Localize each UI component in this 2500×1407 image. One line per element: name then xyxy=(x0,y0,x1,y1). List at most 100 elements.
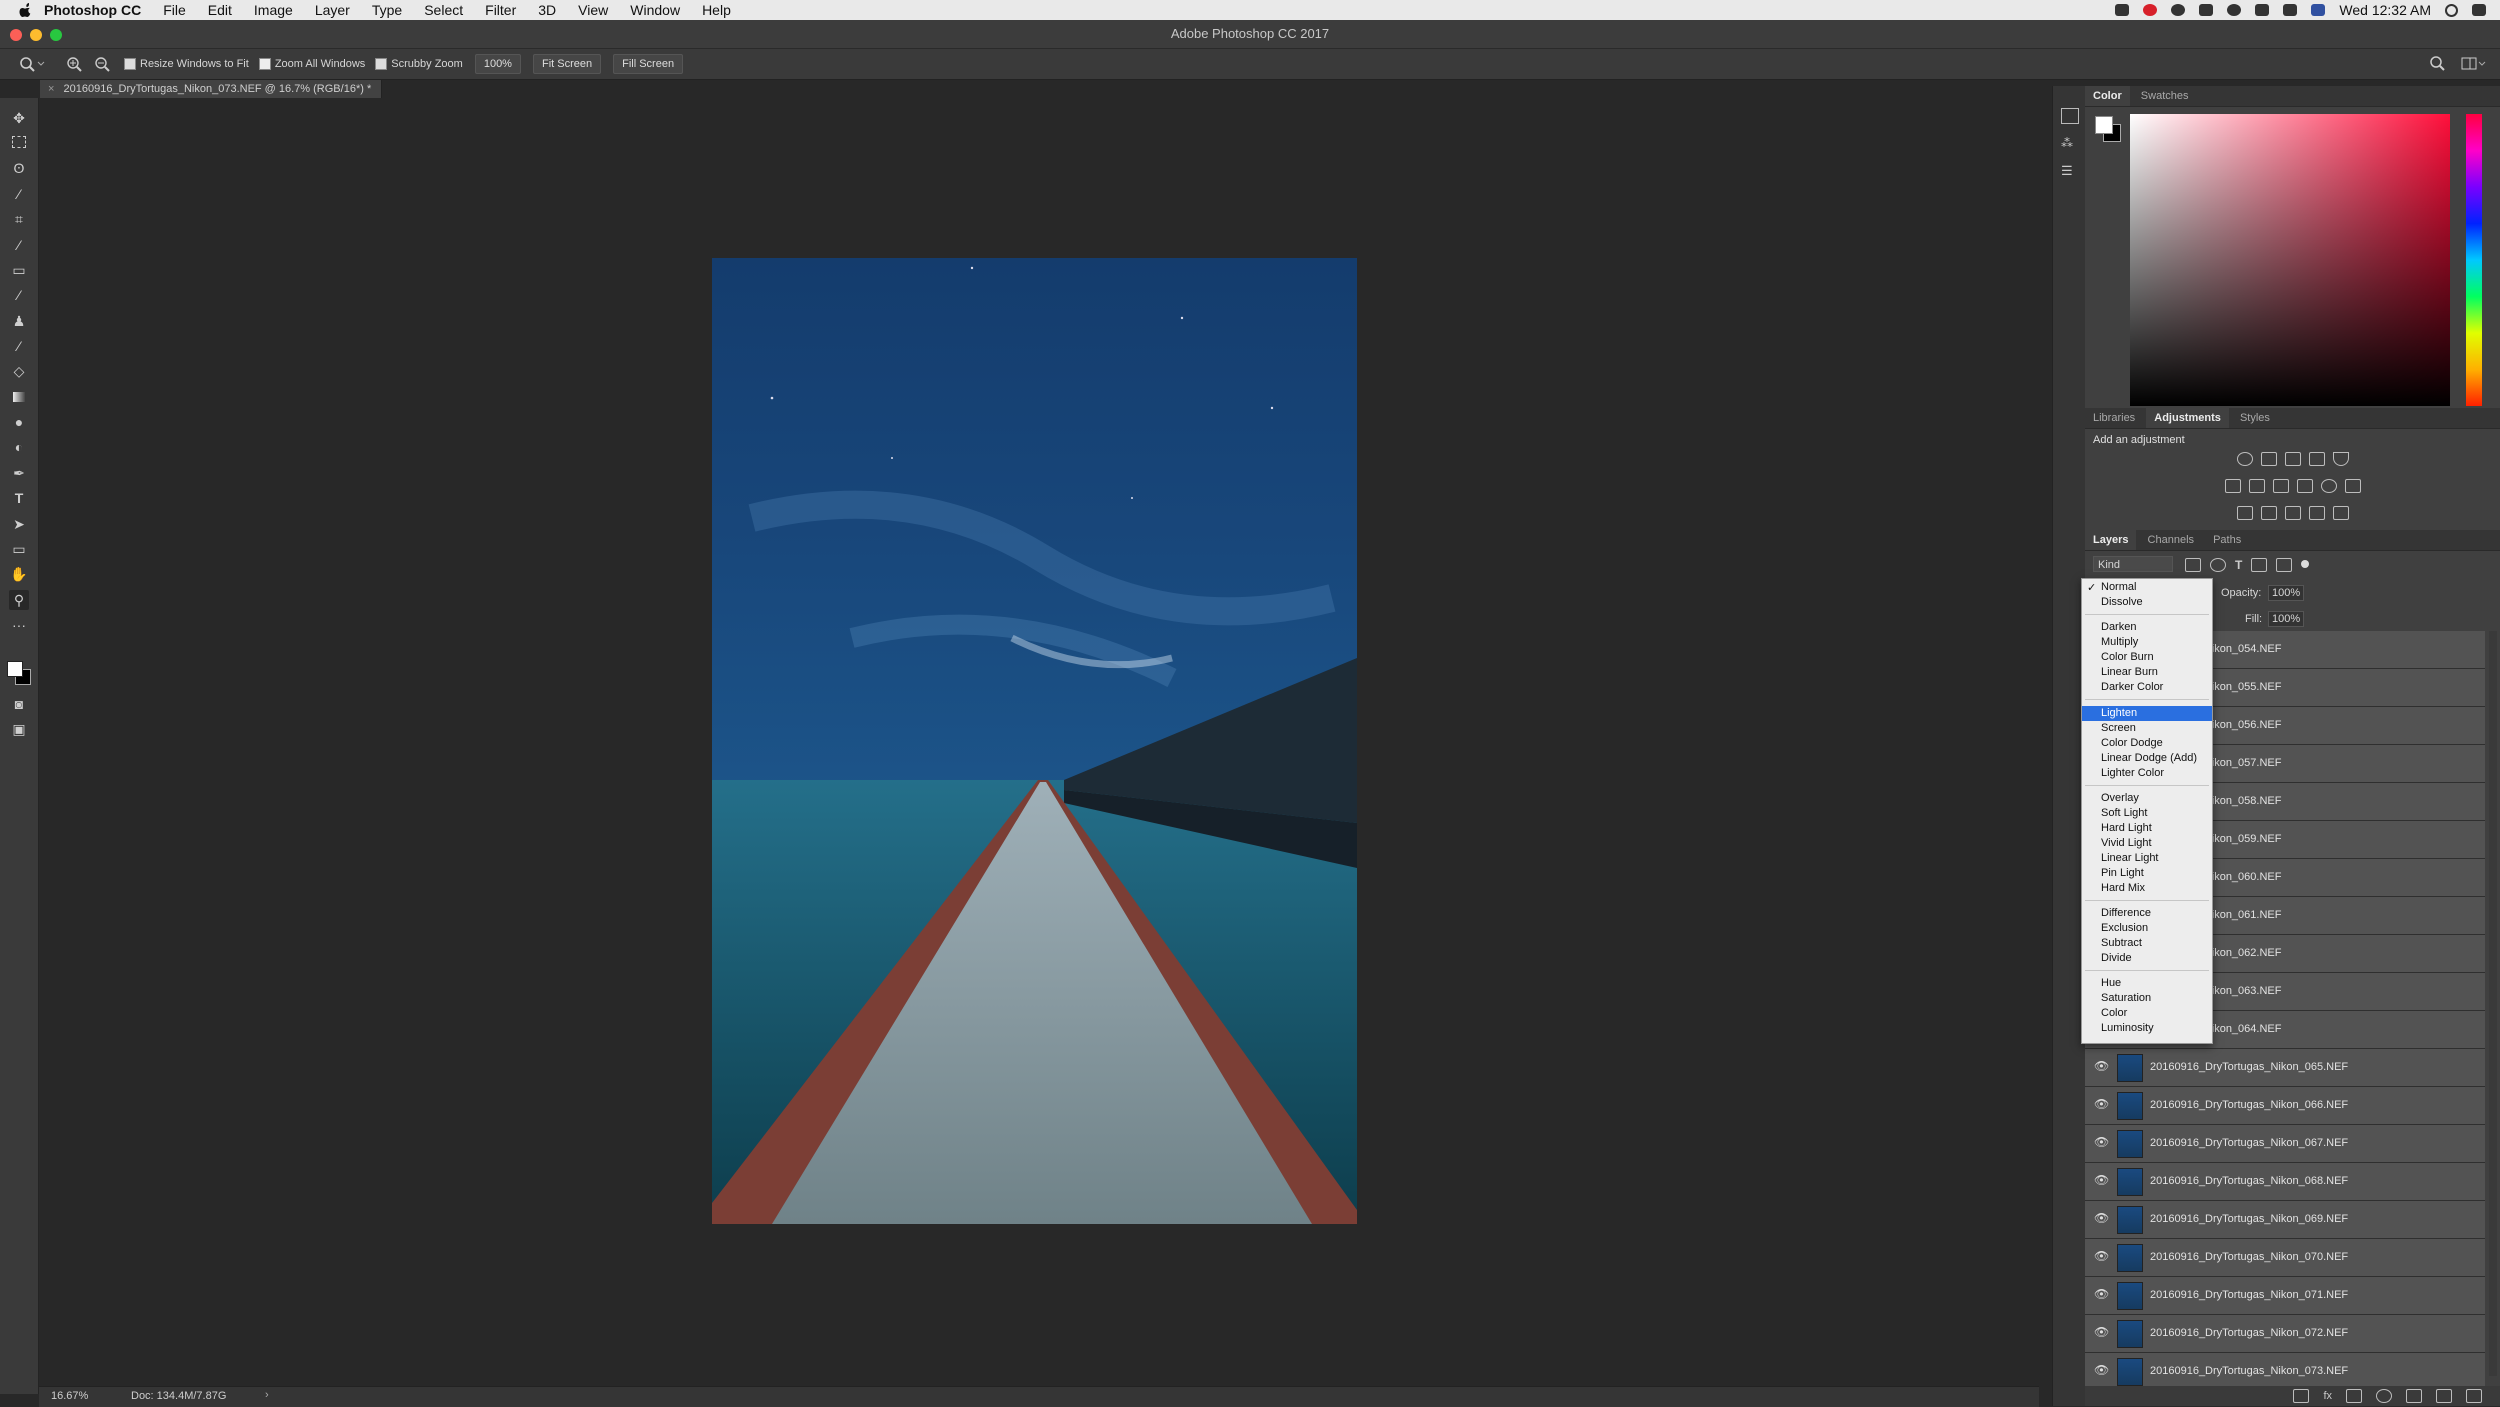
lasso-icon[interactable]: ʘ xyxy=(9,158,29,178)
layers-scrollbar[interactable] xyxy=(2489,631,2497,1376)
eraser-icon[interactable]: ◇ xyxy=(9,361,29,381)
foreground-color-swatch[interactable] xyxy=(7,661,23,677)
zoom-icon[interactable] xyxy=(16,54,46,74)
tab-adjustments[interactable]: Adjustments xyxy=(2146,408,2229,428)
eye-icon[interactable]: 👁 xyxy=(2094,1174,2109,1186)
properties-icon[interactable]: ☰ xyxy=(2061,164,2077,178)
blend-linear-dodge[interactable]: Linear Dodge (Add) xyxy=(2082,751,2212,766)
creative-cloud-icon[interactable] xyxy=(2143,4,2158,16)
filter-toggle-icon[interactable] xyxy=(2301,560,2310,568)
flag-icon[interactable] xyxy=(2311,4,2326,16)
document-tab[interactable]: × 20160916_DryTortugas_Nikon_073.NEF @ 1… xyxy=(40,80,383,98)
blend-darker-color[interactable]: Darker Color xyxy=(2082,680,2212,695)
panel-foreground-swatch[interactable] xyxy=(2095,116,2113,134)
menu-image[interactable]: Image xyxy=(254,2,293,18)
zoom-in-icon[interactable] xyxy=(64,54,86,74)
apple-icon[interactable] xyxy=(16,0,36,20)
blend-hard-mix[interactable]: Hard Mix xyxy=(2082,881,2212,896)
threshold-icon[interactable] xyxy=(2284,506,2301,520)
spotlight-icon[interactable] xyxy=(2445,3,2458,17)
marquee-icon[interactable] xyxy=(9,133,29,153)
resize-windows-checkbox[interactable] xyxy=(124,58,136,70)
tab-swatches[interactable]: Swatches xyxy=(2133,86,2197,106)
layer-row[interactable]: 👁 20160916_DryTortugas_Nikon_065.NEF xyxy=(2085,1049,2485,1087)
gradient-icon[interactable] xyxy=(9,387,29,407)
dodge-icon[interactable]: ◐ xyxy=(9,437,29,457)
layer-row[interactable]: 👁 20160916_DryTortugas_Nikon_070.NEF xyxy=(2085,1239,2485,1277)
shape-filter-icon[interactable] xyxy=(2251,558,2268,572)
layer-row[interactable]: 👁 20160916_DryTortugas_Nikon_068.NEF xyxy=(2085,1163,2485,1201)
zoom-out-icon[interactable] xyxy=(92,54,114,74)
vibrance-icon[interactable] xyxy=(2332,452,2349,466)
channel-mixer-icon[interactable] xyxy=(2320,479,2337,493)
link-layers-icon[interactable] xyxy=(2293,1389,2310,1403)
menu-3d[interactable]: 3D xyxy=(538,2,556,18)
blend-linear-light[interactable]: Linear Light xyxy=(2082,851,2212,866)
eye-icon[interactable]: 👁 xyxy=(2094,1288,2109,1300)
blend-color-burn[interactable]: Color Burn xyxy=(2082,650,2212,665)
blend-pin-light[interactable]: Pin Light xyxy=(2082,866,2212,881)
more-tools-icon[interactable]: ··· xyxy=(9,615,29,635)
new-adjustment-icon[interactable] xyxy=(2376,1389,2392,1403)
status-menu-arrow-icon[interactable]: › xyxy=(265,1389,269,1401)
delete-layer-icon[interactable] xyxy=(2466,1389,2482,1403)
menu-select[interactable]: Select xyxy=(424,2,463,18)
menu-file[interactable]: File xyxy=(163,2,186,18)
tab-libraries[interactable]: Libraries xyxy=(2085,408,2143,428)
healing-brush-icon[interactable]: ▭ xyxy=(9,260,29,280)
tab-paths[interactable]: Paths xyxy=(2205,530,2249,550)
workspace-icon[interactable] xyxy=(2460,54,2486,74)
blend-luminosity[interactable]: Luminosity xyxy=(2082,1021,2212,1036)
blend-linear-burn[interactable]: Linear Burn xyxy=(2082,665,2212,680)
blend-normal[interactable]: Normal xyxy=(2082,580,2212,595)
blend-hue[interactable]: Hue xyxy=(2082,976,2212,991)
fit-screen-button[interactable]: Fit Screen xyxy=(532,54,602,74)
menu-window[interactable]: Window xyxy=(630,2,680,18)
blur-icon[interactable]: ● xyxy=(9,412,29,432)
time-machine-icon[interactable] xyxy=(2227,4,2242,16)
pen-icon[interactable]: ✒ xyxy=(9,463,29,483)
invert-icon[interactable] xyxy=(2236,506,2253,520)
menu-help[interactable]: Help xyxy=(702,2,731,18)
crop-icon[interactable]: ⌗ xyxy=(9,209,29,229)
exposure-icon[interactable] xyxy=(2308,452,2325,466)
curves-icon[interactable] xyxy=(2284,452,2301,466)
zoom-100-button[interactable]: 100% xyxy=(474,54,521,74)
eye-icon[interactable]: 👁 xyxy=(2094,1060,2109,1072)
app-menu[interactable]: Photoshop CC xyxy=(44,2,141,18)
move-icon[interactable]: ✥ xyxy=(9,108,29,128)
search-icon[interactable] xyxy=(2428,54,2448,74)
blend-dissolve[interactable]: Dissolve xyxy=(2082,595,2212,610)
zoom-readout[interactable]: 16.67% xyxy=(51,1390,88,1402)
scrubby-zoom-checkbox[interactable] xyxy=(375,58,388,70)
blend-color[interactable]: Color xyxy=(2082,1006,2212,1021)
eye-icon[interactable]: 👁 xyxy=(2094,1364,2109,1376)
tab-layers[interactable]: Layers xyxy=(2085,530,2137,550)
brush-presets-icon[interactable]: ⁂ xyxy=(2061,136,2077,150)
magic-wand-icon[interactable]: ⁄ xyxy=(9,184,29,204)
color-field[interactable] xyxy=(2130,114,2450,406)
history-icon[interactable] xyxy=(2061,108,2079,124)
pixel-filter-icon[interactable] xyxy=(2185,558,2201,572)
gradient-map-icon[interactable] xyxy=(2332,506,2349,520)
new-layer-icon[interactable] xyxy=(2436,1389,2452,1403)
doc-size-readout[interactable]: Doc: 134.4M/7.87G xyxy=(131,1390,226,1402)
eye-icon[interactable]: 👁 xyxy=(2094,1098,2109,1110)
blend-subtract[interactable]: Subtract xyxy=(2082,936,2212,951)
blend-darken[interactable]: Darken xyxy=(2082,620,2212,635)
blend-difference[interactable]: Difference xyxy=(2082,906,2212,921)
menu-view[interactable]: View xyxy=(578,2,608,18)
hand-icon[interactable]: ✋ xyxy=(9,564,29,584)
menu-edit[interactable]: Edit xyxy=(208,2,232,18)
close-tab-icon[interactable]: × xyxy=(48,83,54,95)
zoom-all-checkbox[interactable] xyxy=(258,58,271,70)
layer-row[interactable]: 👁 20160916_DryTortugas_Nikon_072.NEF xyxy=(2085,1315,2485,1353)
layer-row[interactable]: 👁 20160916_DryTortugas_Nikon_071.NEF xyxy=(2085,1277,2485,1315)
color-lookup-icon[interactable] xyxy=(2344,479,2361,493)
opacity-field[interactable]: 100% xyxy=(2268,585,2305,601)
dropbox-icon[interactable] xyxy=(2115,4,2130,16)
blend-overlay[interactable]: Overlay xyxy=(2082,791,2212,806)
color-balance-icon[interactable] xyxy=(2248,479,2265,493)
tab-channels[interactable]: Channels xyxy=(2140,530,2202,550)
wifi-icon[interactable] xyxy=(2255,4,2270,16)
